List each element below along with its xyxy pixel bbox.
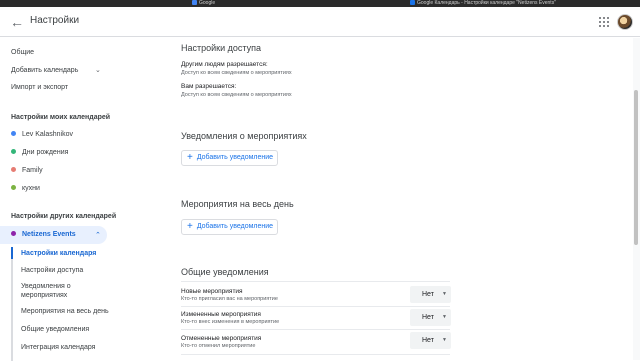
sidebar-item-label: кухни	[22, 185, 40, 192]
divider	[181, 306, 450, 307]
page-title: Настройки	[30, 15, 80, 26]
new-events-label: Новые мероприятия	[181, 288, 243, 295]
select-value: Нет	[422, 314, 434, 321]
other-calendars-header: Настройки других календарей	[11, 213, 117, 220]
sidebar-item-general[interactable]: Общие	[11, 49, 34, 56]
changed-events-select[interactable]: Нет ▼	[410, 309, 451, 326]
divider	[181, 281, 450, 282]
sidebar-item-netizens-events[interactable]: Netizens Events	[11, 231, 76, 238]
sidebar-item-import-export[interactable]: Импорт и экспорт	[11, 84, 68, 91]
new-events-select[interactable]: Нет ▼	[410, 286, 451, 303]
sidebar-item-birthdays[interactable]: Дни рождения	[11, 149, 68, 156]
select-value: Нет	[422, 337, 434, 344]
new-events-sub: Кто-то пригласил вас на мероприятие	[181, 296, 278, 302]
sidebar-item-label: Family	[22, 167, 43, 174]
sidebar-item-label: Lev Kalashnikov	[22, 131, 73, 138]
access-section-title: Настройки доступа	[181, 43, 261, 53]
chevron-down-icon[interactable]: ⌄	[95, 66, 101, 74]
settings-main: Настройки доступа Другим людям разрешает…	[170, 38, 630, 360]
others-permission-label: Другим людям разрешается:	[181, 61, 268, 68]
browser-tab-calendar[interactable]: Google Календарь - Настройки календаре "…	[410, 0, 610, 7]
subnav-calendar-settings[interactable]: Настройки календаря	[21, 249, 96, 258]
your-permission-value: Доступ ко всем сведениям о мероприятиях	[181, 92, 292, 98]
subnav-general-notifications[interactable]: Общие уведомления	[21, 325, 89, 334]
sidebar-item-label: Дни рождения	[22, 149, 69, 156]
calendar-color-dot	[11, 149, 16, 154]
dropdown-arrow-icon: ▼	[442, 291, 447, 297]
subnav-active-indicator	[11, 247, 13, 259]
settings-header: ← Настройки	[0, 7, 640, 37]
add-allday-notification-button[interactable]: + Добавить уведомление	[181, 219, 278, 235]
plus-icon: +	[187, 152, 193, 163]
browser-tab-strip: Google Google Календарь - Настройки кале…	[0, 0, 640, 14]
your-permission-label: Вам разрешается:	[181, 83, 237, 90]
add-notification-label: Добавить уведомление	[196, 223, 274, 230]
subnav-access-settings[interactable]: Настройки доступа	[21, 266, 83, 275]
sidebar: Общие Добавить календарь ⌄ Импорт и эксп…	[0, 38, 170, 361]
cancelled-events-select[interactable]: Нет ▼	[410, 332, 451, 349]
cancelled-events-label: Отмененные мероприятия	[181, 335, 262, 342]
calendar-color-dot	[11, 185, 16, 190]
google-favicon-icon	[192, 0, 197, 5]
others-permission-value: Доступ ко всем сведениям о мероприятиях	[181, 70, 292, 76]
sidebar-item-lev-kalashnikov[interactable]: Lev Kalashnikov	[11, 131, 73, 138]
changed-events-sub: Кто-то внес изменения в мероприятие	[181, 319, 280, 325]
subnav-indicator-line	[11, 247, 13, 361]
subnav-event-notifications[interactable]: Уведомления о мероприятиях	[21, 282, 101, 300]
calendar-color-dot	[11, 131, 16, 136]
divider	[181, 329, 450, 330]
sidebar-item-add-calendar[interactable]: Добавить календарь	[11, 67, 78, 74]
subnav-allday-events[interactable]: Мероприятия на весь день	[21, 307, 109, 316]
calendar-favicon-icon	[410, 0, 415, 5]
avatar[interactable]	[617, 14, 633, 30]
arrow-left-icon[interactable]: ←	[9, 14, 25, 30]
my-calendars-header: Настройки моих календарей	[11, 114, 111, 121]
calendar-color-dot	[11, 167, 16, 172]
calendar-color-dot	[11, 231, 16, 236]
grid-apps-icon[interactable]	[599, 17, 609, 27]
dropdown-arrow-icon: ▼	[442, 337, 447, 343]
add-notification-label: Добавить уведомление	[196, 154, 274, 161]
plus-icon: +	[187, 221, 193, 232]
general-notifications-title: Общие уведомления	[181, 267, 269, 277]
sidebar-item-kitchens[interactable]: кухни	[11, 185, 40, 192]
allday-section-title: Мероприятия на весь день	[181, 199, 294, 209]
select-value: Нет	[422, 291, 434, 298]
subnav-calendar-integration[interactable]: Интеграция календаря	[21, 343, 95, 352]
changed-events-label: Измененные мероприятия	[181, 311, 261, 318]
browser-tab-label: Google	[199, 0, 216, 6]
event-notifications-title: Уведомления о мероприятиях	[181, 131, 307, 141]
chevron-up-icon[interactable]: ⌃	[95, 231, 101, 239]
browser-tab-google[interactable]: Google	[192, 0, 312, 7]
sidebar-item-family[interactable]: Family	[11, 167, 43, 174]
browser-tab-label: Google Календарь - Настройки календаре "…	[417, 0, 556, 6]
dropdown-arrow-icon: ▼	[442, 314, 447, 320]
divider	[181, 354, 450, 355]
scrollbar-thumb[interactable]	[634, 90, 638, 245]
sidebar-item-label: Netizens Events	[22, 231, 76, 238]
add-notification-button[interactable]: + Добавить уведомление	[181, 150, 278, 166]
cancelled-events-sub: Кто-то отменил мероприятие	[181, 343, 256, 349]
